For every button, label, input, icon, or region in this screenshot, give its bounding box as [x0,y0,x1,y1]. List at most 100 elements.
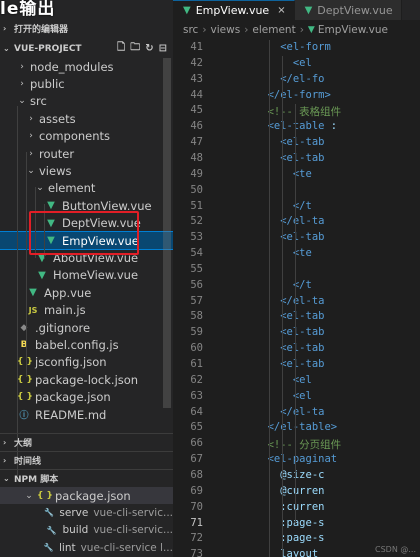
tree-folder[interactable]: ⌄ src [0,93,173,110]
npm-package-item[interactable]: ⌄ { } package.json [0,487,173,505]
timeline-header[interactable]: › 时间线 [0,451,173,468]
code-tag: </el-fo [280,72,325,85]
outline-header[interactable]: › 大纲 [0,433,173,450]
json-file-icon: { } [37,490,53,501]
tree-item-label: node_modules [30,59,114,74]
tab-label: EmpView.vue [195,4,270,17]
indent-guide [17,106,18,476]
code-line: <el [217,390,420,402]
breadcrumb-item[interactable]: views [211,24,241,36]
refresh-icon[interactable]: ↻ [145,43,153,54]
npm-script-item[interactable]: 🔧 serve vue-cli-servic... [0,504,173,521]
tree-item-label: EmpView.vue [62,233,139,248]
project-header[interactable]: ⌄ VUE-PROJECT 🗋 🗀 ↻ ⊟ [0,40,173,57]
overlay-title: le输出 [0,0,56,19]
tree-item-label: AboutView.vue [53,251,139,266]
tree-folder[interactable]: › components [0,128,173,145]
line-number: 51 [190,199,203,212]
chevron-down-icon: ⌄ [18,96,26,107]
chevron-down-icon: ⌄ [3,44,10,53]
json-file-icon: { } [17,357,33,368]
code-tag: <el-tab [280,231,325,244]
npm-scripts-header[interactable]: ⌄ NPM 脚本 [0,469,173,486]
vue-file-icon: ▼ [38,269,46,281]
line-number: 60 [190,342,203,355]
code-attribute: :page-s [280,516,325,529]
vue-file-icon: ▼ [47,217,55,229]
code-line: <el-tab [217,310,420,322]
line-number: 67 [190,453,203,466]
code-line: </el-form> [217,89,420,101]
line-number: 55 [190,262,203,275]
tree-folder[interactable]: › node_modules [0,58,173,75]
npm-script-command: vue-cli-servic... [93,506,173,519]
vue-file-icon: ▼ [307,25,315,35]
code-tag: </el-table> [267,421,338,434]
breadcrumb-item[interactable]: EmpView.vue [318,24,388,36]
code-attribute: @size-c [280,468,325,481]
code-line: <te [217,247,420,259]
code-tag: <te [292,167,312,180]
line-number-gutter: 41 42 43 44 45 46 47 48 49 50 51 52 53 54 55 56 57 58 59 60… [173,40,209,557]
code-line: </el-ta [217,295,420,307]
chevron-right-icon: › [29,113,33,124]
vue-file-icon: ▼ [47,200,55,212]
line-number: 50 [190,183,203,196]
breadcrumb-item[interactable]: src [183,24,198,36]
breadcrumb-item[interactable]: element [252,24,295,36]
line-number: 63 [190,389,203,402]
code-line: </t [217,279,420,291]
line-number: 54 [190,247,203,260]
tree-item-label: babel.config.js [35,338,119,353]
close-icon[interactable]: × [277,5,285,16]
code-tag: <el [292,389,312,402]
npm-script-name: lint [58,541,76,554]
new-file-icon[interactable]: 🗋 [117,40,125,57]
tree-item-label: README.md [35,407,107,422]
code-tag: </el-ta [280,215,325,228]
npm-script-command: vue-cli-servic... [93,524,173,537]
code-editor[interactable]: <el-form <el </el-fo </el-form> <!-- 表格组… [217,40,420,557]
js-file-icon: JS [28,305,38,315]
line-number: 72 [190,532,203,545]
line-number: 42 [190,56,203,69]
tree-item-label: ButtonView.vue [62,198,152,213]
open-editors-header[interactable]: › 打开的编辑器 [0,20,173,37]
code-attribute: :curren [280,500,325,513]
tree-item-label: views [39,164,72,179]
code-tag: </el-ta [280,405,325,418]
code-line: <el-paginat [217,453,420,465]
line-number: 43 [190,72,203,85]
line-number: 53 [190,231,203,244]
json-file-icon: { } [17,374,33,385]
line-number: 65 [190,421,203,434]
line-number: 70 [190,500,203,513]
sidebar-scrollbar[interactable] [163,58,171,408]
line-number: 49 [190,167,203,180]
tree-folder[interactable]: › assets [0,110,173,127]
npm-script-item[interactable]: 🔧 build vue-cli-servic... [0,522,173,539]
code-attribute: layout [280,548,319,557]
collapse-all-icon[interactable]: ⊟ [159,43,167,54]
tab-deptview[interactable]: ▼ DeptView.vue [294,0,402,20]
line-number: 58 [190,310,203,323]
tab-empview[interactable]: ▼ EmpView.vue × [173,0,295,20]
tree-item-label: jsconfig.json [35,355,107,370]
code-line: <el [217,57,420,69]
code-tag: <el-tab [280,326,325,339]
tree-item-label: public [30,77,65,92]
tree-item-label: App.vue [44,285,92,300]
code-tag: </t [292,278,312,291]
npm-script-item[interactable]: 🔧 lint vue-cli-service l... [0,539,173,556]
code-tag: <el-paginat [267,453,338,466]
tree-folder[interactable]: › public [0,75,173,92]
wrench-icon: 🔧 [43,508,54,518]
breadcrumb: src › views › element › ▼ EmpView.vue [173,20,420,40]
new-folder-icon[interactable]: 🗀 [130,40,140,57]
outline-label: 大纲 [14,438,33,449]
tree-file[interactable]: { } package.json [0,389,173,406]
code-line: <te [217,168,420,180]
line-number: 44 [190,88,203,101]
tree-file[interactable]: ⓘ README.md [0,406,173,423]
